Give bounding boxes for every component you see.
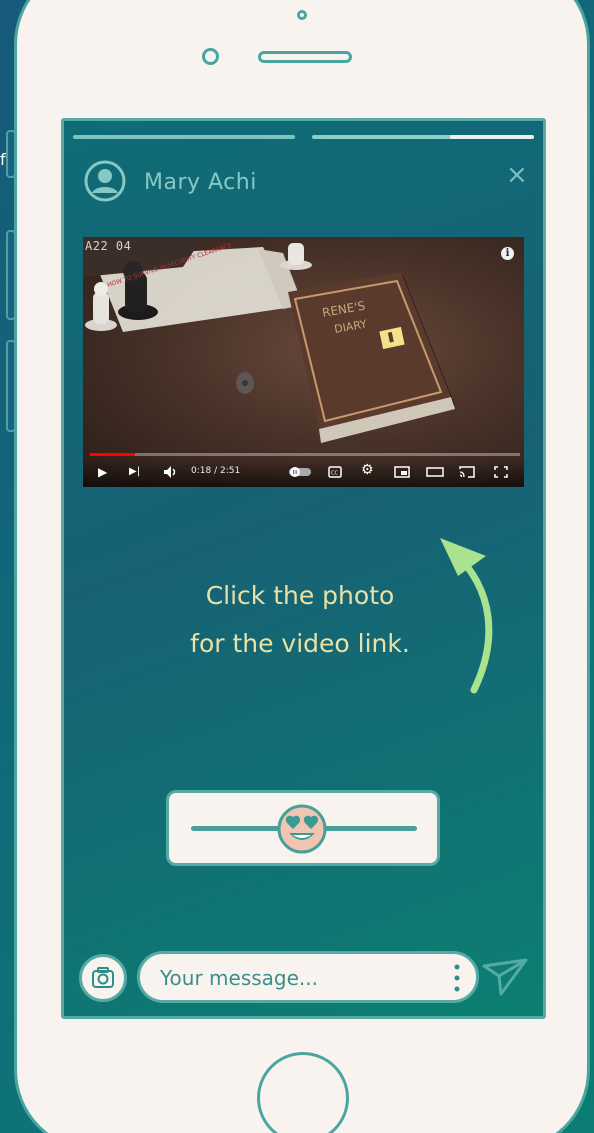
story-progress-segment-2: [312, 135, 534, 139]
autoplay-toggle-icon[interactable]: [288, 466, 312, 478]
info-icon[interactable]: i: [501, 247, 514, 260]
next-icon[interactable]: ▶|: [129, 465, 140, 479]
theater-mode-icon[interactable]: [426, 466, 444, 478]
user-avatar-icon[interactable]: [84, 160, 126, 202]
earpiece-speaker: [258, 51, 352, 63]
video-time-display: 0:18 / 2:51: [191, 466, 241, 476]
home-button[interactable]: [257, 1052, 349, 1133]
close-icon[interactable]: ×: [506, 162, 528, 188]
play-icon[interactable]: ▶: [98, 465, 107, 479]
story-progress-segment-1: [73, 135, 295, 139]
reaction-slider[interactable]: [166, 790, 440, 866]
story-username[interactable]: Mary Achi: [144, 170, 257, 195]
front-camera: [202, 48, 219, 65]
more-options-icon[interactable]: [450, 962, 464, 994]
phone-sensor: [297, 10, 307, 20]
instruction-line-2: for the video link.: [190, 629, 410, 658]
story-progress-fill: [450, 135, 534, 139]
camera-icon: [92, 967, 114, 988]
miniplayer-icon[interactable]: [394, 466, 410, 478]
cast-icon[interactable]: [459, 466, 475, 478]
svg-text:CC: CC: [331, 471, 338, 477]
curved-arrow-icon: [440, 538, 493, 694]
stray-text: f: [0, 150, 6, 169]
video-progress-bar[interactable]: [90, 453, 520, 456]
instruction-line-1: Click the photo: [205, 581, 395, 610]
video-thumbnail[interactable]: RENE'S DIARY HOW TO SURVIVE IN SECURITY …: [83, 237, 524, 487]
captions-icon[interactable]: CC: [328, 466, 342, 478]
video-progress-played: [90, 453, 136, 456]
message-input[interactable]: [158, 963, 432, 993]
fullscreen-icon[interactable]: [494, 466, 508, 478]
send-icon[interactable]: [481, 954, 529, 1000]
heart-eyes-emoji-icon[interactable]: [276, 803, 328, 855]
video-scene-image: RENE'S DIARY HOW TO SURVIVE IN SECURITY …: [83, 237, 455, 443]
settings-gear-icon[interactable]: ⚙: [361, 463, 374, 477]
video-corner-code: A22 04: [85, 239, 132, 253]
volume-icon[interactable]: [163, 465, 177, 479]
instruction-text: Click the photo for the video link.: [150, 572, 450, 668]
camera-button[interactable]: [79, 954, 127, 1002]
message-composer: [137, 951, 479, 1003]
